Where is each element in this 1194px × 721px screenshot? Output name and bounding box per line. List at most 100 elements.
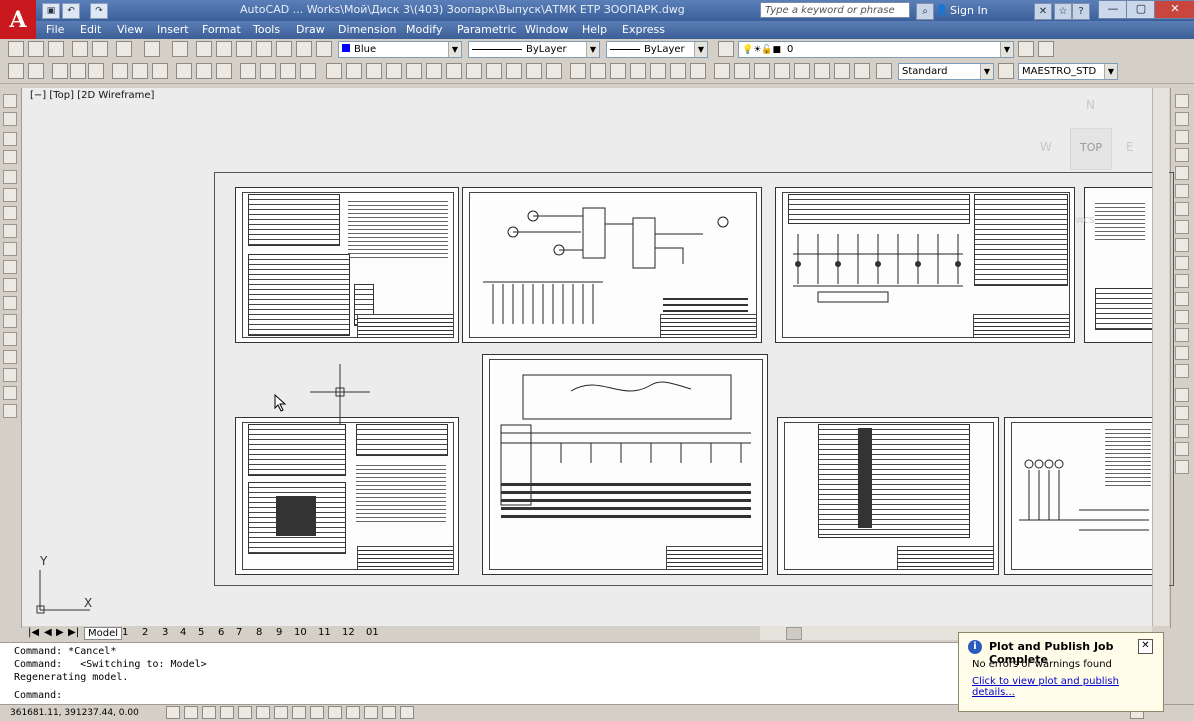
- ortho-mode-icon[interactable]: [220, 706, 234, 719]
- search-input[interactable]: Type a keyword or phrase: [760, 2, 910, 18]
- object-snap-tracking-icon[interactable]: [292, 706, 306, 719]
- compass-east[interactable]: E: [1126, 140, 1134, 154]
- tool-palettes-icon[interactable]: [296, 41, 312, 57]
- view-icon-4[interactable]: [630, 63, 646, 79]
- osnap-insert-icon[interactable]: [486, 63, 502, 79]
- grid-display-icon[interactable]: [202, 706, 216, 719]
- polygon-icon[interactable]: [3, 150, 17, 164]
- vertical-scrollbar[interactable]: [1152, 88, 1169, 626]
- compass-west[interactable]: W: [1040, 140, 1052, 154]
- render-icon-3[interactable]: [854, 63, 870, 79]
- minimize-button[interactable]: —: [1098, 0, 1128, 19]
- osnap-midpoint-icon[interactable]: [346, 63, 362, 79]
- region-icon[interactable]: [3, 368, 17, 382]
- menu-file[interactable]: File: [46, 23, 64, 36]
- tab-model[interactable]: Model: [84, 627, 123, 640]
- menu-view[interactable]: View: [117, 23, 143, 36]
- make-current-layer-icon[interactable]: [1018, 41, 1034, 57]
- snap-icon-2[interactable]: [28, 63, 44, 79]
- join-icon[interactable]: [1175, 310, 1189, 324]
- scale-icon[interactable]: [1175, 220, 1189, 234]
- redo-toolbar-icon[interactable]: [144, 41, 160, 57]
- trim-icon[interactable]: [1175, 256, 1189, 270]
- insert-block-icon[interactable]: [3, 278, 17, 292]
- tab-layout-2[interactable]: 2: [142, 627, 148, 638]
- pedit-icon[interactable]: [1175, 442, 1189, 456]
- transparency-icon[interactable]: [364, 706, 378, 719]
- menu-format[interactable]: Format: [202, 23, 241, 36]
- tab-layout-12[interactable]: 12: [342, 627, 355, 638]
- save-toolbar-icon[interactable]: [48, 41, 64, 57]
- menu-parametric[interactable]: Parametric: [457, 23, 517, 36]
- snap-icon-12[interactable]: [240, 63, 256, 79]
- draworder-icon[interactable]: [1175, 388, 1189, 402]
- lineweight-icon[interactable]: [346, 706, 360, 719]
- view-icon-1[interactable]: [570, 63, 586, 79]
- tab-layout-7[interactable]: 7: [236, 627, 242, 638]
- snap-icon-11[interactable]: [216, 63, 232, 79]
- infer-constraints-icon[interactable]: [166, 706, 180, 719]
- coordinates-readout[interactable]: 361681.11, 391237.44, 0.00: [10, 708, 139, 718]
- snap-icon-14[interactable]: [280, 63, 296, 79]
- tab-layout-01[interactable]: 01: [366, 627, 379, 638]
- tab-layout-11[interactable]: 11: [318, 627, 331, 638]
- menu-tools[interactable]: Tools: [253, 23, 280, 36]
- osnap-intersection-icon[interactable]: [366, 63, 382, 79]
- rectangle-icon[interactable]: [3, 170, 17, 184]
- tab-nav-next-icon[interactable]: ▶: [56, 627, 64, 638]
- chamfer-icon[interactable]: [1175, 328, 1189, 342]
- array-icon[interactable]: [1175, 166, 1189, 180]
- spline-icon[interactable]: [3, 242, 17, 256]
- polar-tracking-icon[interactable]: [238, 706, 252, 719]
- mtext-icon[interactable]: [3, 404, 17, 418]
- arc-icon[interactable]: [3, 188, 17, 202]
- dynamic-input-icon[interactable]: [328, 706, 342, 719]
- viewcube-top[interactable]: TOP: [1070, 128, 1112, 170]
- tab-layout-1[interactable]: 1: [122, 627, 128, 638]
- new-icon[interactable]: [8, 41, 24, 57]
- drawing-sheet[interactable]: [777, 417, 999, 575]
- stretch-icon[interactable]: [1175, 238, 1189, 252]
- menu-insert[interactable]: Insert: [157, 23, 189, 36]
- autocad-logo[interactable]: A: [0, 0, 36, 42]
- drawing-sheet[interactable]: [775, 187, 1075, 343]
- render-icon-1[interactable]: [814, 63, 830, 79]
- lineweight-dropdown[interactable]: ByLayer ▼: [606, 41, 708, 58]
- undo-icon[interactable]: ↶: [62, 3, 80, 19]
- layer-properties-icon[interactable]: [718, 41, 734, 57]
- view-icon-7[interactable]: [690, 63, 706, 79]
- drawing-sheet[interactable]: [1084, 187, 1155, 343]
- text-edit-icon[interactable]: [1175, 406, 1189, 420]
- maximize-button[interactable]: ▢: [1126, 0, 1156, 19]
- compass-north[interactable]: N: [1086, 98, 1095, 112]
- osnap-tangent-icon[interactable]: [426, 63, 442, 79]
- pan-icon[interactable]: [172, 41, 188, 57]
- layer-previous-icon[interactable]: [1038, 41, 1054, 57]
- undo-toolbar-icon[interactable]: [116, 41, 132, 57]
- orbit-icon-3[interactable]: [754, 63, 770, 79]
- snap-icon-6[interactable]: [112, 63, 128, 79]
- text-style-dropdown[interactable]: Standard ▼: [898, 63, 994, 80]
- scroll-thumb[interactable]: [786, 627, 802, 640]
- 3d-object-snap-icon[interactable]: [274, 706, 288, 719]
- tab-layout-10[interactable]: 10: [294, 627, 307, 638]
- move-icon[interactable]: [1175, 184, 1189, 198]
- line-tool-icon[interactable]: [3, 94, 17, 108]
- construction-line-icon[interactable]: [3, 112, 17, 126]
- polyline-icon[interactable]: [3, 132, 17, 146]
- menu-express[interactable]: Express: [622, 23, 665, 36]
- drawing-sheet[interactable]: [235, 417, 459, 575]
- view-icon-2[interactable]: [590, 63, 606, 79]
- zoom-window-icon[interactable]: [216, 41, 232, 57]
- mirror-icon[interactable]: [1175, 130, 1189, 144]
- menu-edit[interactable]: Edit: [80, 23, 101, 36]
- tab-layout-8[interactable]: 8: [256, 627, 262, 638]
- drawing-sheet[interactable]: [1004, 417, 1155, 575]
- quick-properties-icon[interactable]: [382, 706, 396, 719]
- spline-edit-icon[interactable]: [1175, 460, 1189, 474]
- close-button[interactable]: ✕: [1154, 0, 1194, 19]
- orbit-icon-1[interactable]: [714, 63, 730, 79]
- hatch-icon[interactable]: [3, 332, 17, 346]
- object-snap-icon[interactable]: [256, 706, 270, 719]
- star-icon[interactable]: ☆: [1054, 3, 1072, 20]
